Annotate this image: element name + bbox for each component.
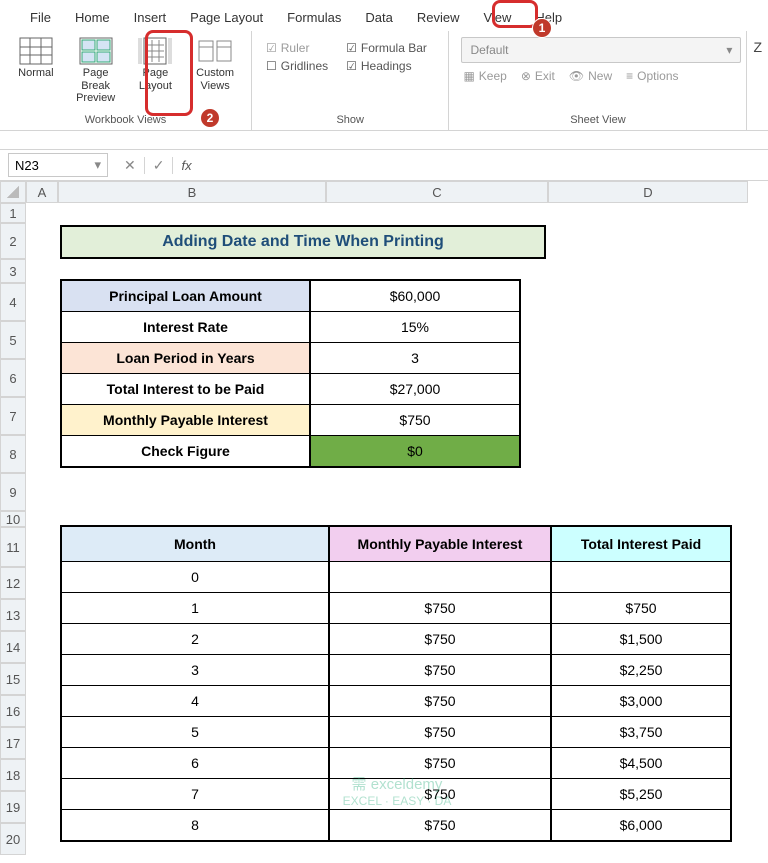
summary-row: Interest Rate15%: [61, 312, 520, 343]
table-row: 0: [61, 562, 731, 593]
custom-views-button[interactable]: Custom Views: [187, 35, 243, 107]
gridlines-checkbox[interactable]: ☐Gridlines: [266, 57, 328, 75]
tab-formulas[interactable]: Formulas: [275, 4, 353, 31]
formula-bar-row: N23▾ ✕ ✓ fx: [0, 149, 768, 181]
tab-data[interactable]: Data: [353, 4, 404, 31]
sheet-view-selector[interactable]: Default▾: [461, 37, 741, 63]
row-8[interactable]: 8: [0, 435, 26, 473]
badge-2: 2: [200, 108, 220, 128]
cell-area[interactable]: Adding Date and Time When Printing Princ…: [26, 203, 768, 863]
row-1[interactable]: 1: [0, 203, 26, 223]
keep-button: ▦ Keep: [463, 69, 506, 83]
row-12[interactable]: 12: [0, 567, 26, 599]
row-14[interactable]: 14: [0, 631, 26, 663]
row-17[interactable]: 17: [0, 727, 26, 759]
summary-row: Principal Loan Amount$60,000: [61, 280, 520, 312]
summary-row: Monthly Payable Interest$750: [61, 405, 520, 436]
page-break-preview-button[interactable]: Page Break Preview: [68, 35, 124, 107]
row-header-col: 1234567891011121314151617181920: [0, 203, 26, 863]
tab-review[interactable]: Review: [405, 4, 472, 31]
row-20[interactable]: 20: [0, 823, 26, 855]
ruler-checkbox: ☑Ruler: [266, 39, 328, 57]
row-15[interactable]: 15: [0, 663, 26, 695]
col-C[interactable]: C: [326, 181, 548, 203]
view-tab-highlight: [492, 0, 538, 28]
tab-home[interactable]: Home: [63, 4, 122, 31]
zoom-partial: Z: [747, 31, 768, 130]
confirm-icon[interactable]: ✓: [145, 157, 174, 174]
fx-icon[interactable]: fx: [173, 158, 199, 173]
row-4[interactable]: 4: [0, 283, 26, 321]
col-header-row: A B C D: [0, 181, 768, 203]
table-row: 5$750$3,750: [61, 717, 731, 748]
col-month: Month: [61, 526, 329, 562]
summary-row: Check Figure$0: [61, 436, 520, 468]
formula-input[interactable]: [200, 162, 768, 168]
table-row: 8$750$6,000: [61, 810, 731, 842]
summary-table: Principal Loan Amount$60,000Interest Rat…: [60, 279, 521, 468]
row-5[interactable]: 5: [0, 321, 26, 359]
formula-bar-checkbox[interactable]: ☑Formula Bar: [346, 39, 427, 57]
headings-checkbox[interactable]: ☑Headings: [346, 57, 427, 75]
ribbon: Normal Page Break Preview Page Layout Cu…: [0, 31, 768, 131]
col-mpi: Monthly Payable Interest: [329, 526, 551, 562]
table-row: 3$750$2,250: [61, 655, 731, 686]
row-10[interactable]: 10: [0, 511, 26, 527]
col-tip: Total Interest Paid: [551, 526, 731, 562]
row-7[interactable]: 7: [0, 397, 26, 435]
summary-row: Total Interest to be Paid$27,000: [61, 374, 520, 405]
exit-button: ⊗ Exit: [521, 69, 555, 83]
tab-page-layout[interactable]: Page Layout: [178, 4, 275, 31]
table-row: 2$750$1,500: [61, 624, 731, 655]
options-button: ≡ Options: [626, 69, 678, 83]
table-row: 1$750$750: [61, 593, 731, 624]
col-B[interactable]: B: [58, 181, 326, 203]
menu-tabs: FileHomeInsertPage LayoutFormulasDataRev…: [0, 0, 768, 31]
row-6[interactable]: 6: [0, 359, 26, 397]
tab-file[interactable]: File: [18, 4, 63, 31]
col-A[interactable]: A: [26, 181, 58, 203]
row-16[interactable]: 16: [0, 695, 26, 727]
show-group-label: Show: [260, 112, 440, 128]
normal-view-button[interactable]: Normal: [8, 35, 64, 107]
page-layout-highlight: [145, 30, 193, 116]
table-row: 4$750$3,000: [61, 686, 731, 717]
select-all-triangle[interactable]: [7, 186, 19, 198]
sheet-title: Adding Date and Time When Printing: [60, 225, 546, 259]
col-D[interactable]: D: [548, 181, 748, 203]
new-sheetview-button: 👁 New: [569, 69, 612, 83]
tab-insert[interactable]: Insert: [122, 4, 179, 31]
watermark: 需 exceldemy EXCEL · EASY · DA: [343, 773, 452, 808]
row-11[interactable]: 11: [0, 527, 26, 567]
name-box[interactable]: N23▾: [8, 153, 108, 177]
row-9[interactable]: 9: [0, 473, 26, 511]
row-2[interactable]: 2: [0, 223, 26, 259]
sheet-view-group-label: Sheet View: [457, 112, 738, 128]
row-19[interactable]: 19: [0, 791, 26, 823]
summary-row: Loan Period in Years3: [61, 343, 520, 374]
badge-1: 1: [532, 18, 552, 38]
cancel-icon[interactable]: ✕: [116, 157, 145, 174]
row-3[interactable]: 3: [0, 259, 26, 283]
row-18[interactable]: 18: [0, 759, 26, 791]
row-13[interactable]: 13: [0, 599, 26, 631]
